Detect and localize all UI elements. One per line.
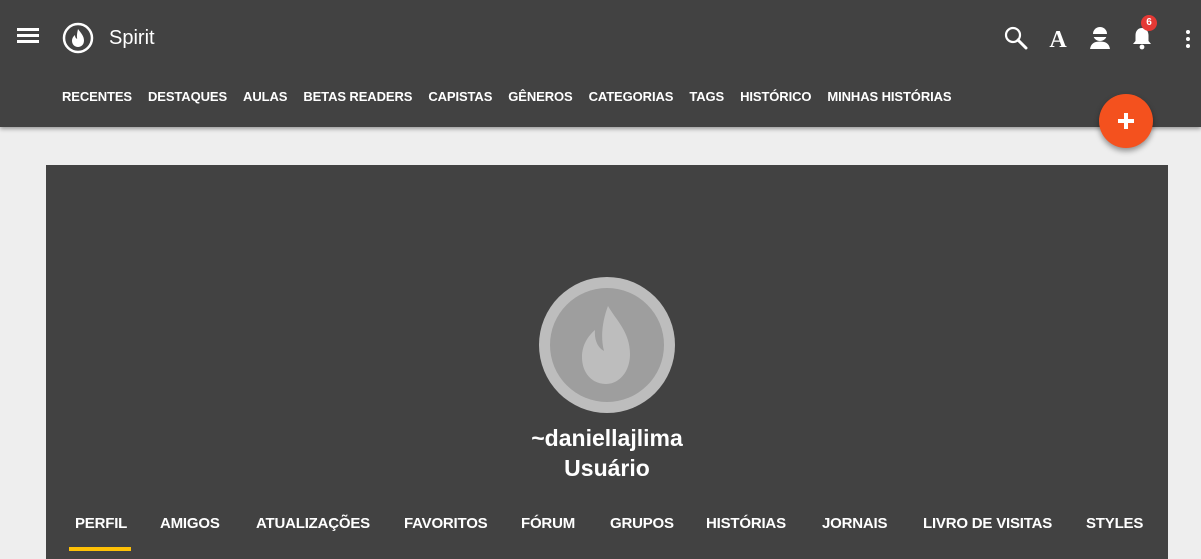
tab-forum[interactable]: FÓRUM	[521, 515, 575, 532]
nav-link-historico[interactable]: HISTÓRICO	[732, 89, 819, 104]
avatar[interactable]	[539, 277, 675, 413]
menu-icon[interactable]	[17, 28, 39, 46]
nav-link-recentes[interactable]: RECENTES	[54, 89, 140, 104]
profile-tabs: PERFIL AMIGOS ATUALIZAÇÕES FAVORITOS FÓR…	[46, 513, 1168, 559]
nav-link-betas-readers[interactable]: BETAS READERS	[295, 89, 420, 104]
profile-username: ~daniellajlima	[531, 425, 683, 451]
main-nav: RECENTES DESTAQUES AULAS BETAS READERS C…	[54, 88, 959, 104]
avatar-inner	[550, 288, 664, 402]
nav-link-destaques[interactable]: DESTAQUES	[140, 89, 235, 104]
tab-historias[interactable]: HISTÓRIAS	[706, 515, 786, 532]
flame-icon	[582, 306, 630, 384]
tab-favoritos[interactable]: FAVORITOS	[404, 515, 488, 532]
app-title[interactable]: Spirit	[109, 27, 155, 50]
nav-link-capistas[interactable]: CAPISTAS	[420, 89, 500, 104]
tab-perfil[interactable]: PERFIL	[75, 515, 127, 532]
app-bar-row: Spirit A 6	[0, 0, 1201, 78]
top-app-bar: Spirit A 6 RECENTES DESTAQUES AULAS BETA…	[0, 0, 1201, 127]
nav-link-generos[interactable]: GÊNEROS	[500, 89, 580, 104]
user-icon[interactable]	[1086, 24, 1114, 52]
nav-link-categorias[interactable]: CATEGORIAS	[581, 89, 682, 104]
active-tab-indicator	[69, 547, 131, 551]
tab-livro-de-visitas[interactable]: LIVRO DE VISITAS	[923, 515, 1052, 532]
tab-amigos[interactable]: AMIGOS	[160, 515, 220, 532]
nav-link-aulas[interactable]: AULAS	[235, 89, 295, 104]
tab-jornais[interactable]: JORNAIS	[822, 515, 887, 532]
profile-role: Usuário	[564, 455, 650, 481]
add-story-button[interactable]	[1099, 94, 1153, 148]
spirit-flame-logo[interactable]	[62, 22, 94, 54]
tab-styles[interactable]: STYLES	[1086, 515, 1143, 532]
nav-link-minhas-historias[interactable]: MINHAS HISTÓRIAS	[819, 89, 959, 104]
more-vert-icon[interactable]	[1184, 30, 1192, 54]
nav-link-tags[interactable]: TAGS	[681, 89, 732, 104]
search-icon[interactable]	[1002, 24, 1030, 52]
font-size-icon[interactable]: A	[1044, 26, 1072, 54]
tab-grupos[interactable]: GRUPOS	[610, 515, 674, 532]
tab-atualizacoes[interactable]: ATUALIZAÇÕES	[256, 515, 370, 532]
notification-badge: 6	[1141, 15, 1157, 31]
plus-icon	[1118, 113, 1134, 129]
profile-cover: ~daniellajlima Usuário PERFIL AMIGOS ATU…	[46, 165, 1168, 559]
